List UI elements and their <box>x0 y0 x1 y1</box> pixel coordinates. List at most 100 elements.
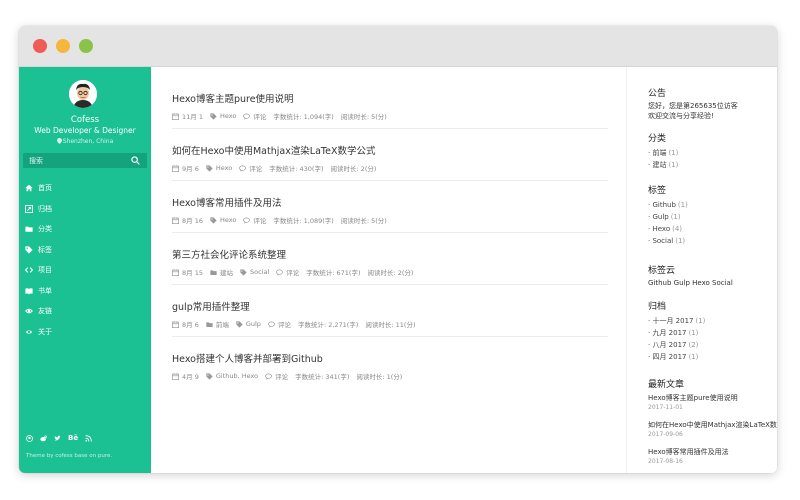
about-icon <box>25 329 33 334</box>
recent-post-link[interactable]: Hexo博客常用插件及用法 <box>648 447 729 457</box>
post-title[interactable]: Hexo博客常用插件及用法 <box>172 195 608 209</box>
post-category[interactable]: Hexo <box>206 164 232 172</box>
site-location: Shenzhen, China <box>19 138 151 145</box>
tagcloud-links[interactable]: Github Gulp Hexo Social <box>648 279 733 287</box>
search-input[interactable] <box>29 154 129 167</box>
comment-icon <box>276 268 284 276</box>
notice-title: 公告 <box>648 89 667 99</box>
post-comments[interactable]: 评论 <box>268 319 291 329</box>
tagcloud-title: 标签云 <box>648 266 676 276</box>
post-comments[interactable]: 评论 <box>243 215 266 225</box>
behance-icon[interactable]: Bē <box>68 434 78 442</box>
post-word-count-text: 字数统计: 671(字) <box>306 269 361 277</box>
sidebar-item-tags[interactable]: 标签 <box>25 240 52 261</box>
tag-label: Social <box>652 237 674 245</box>
sidebar-item-label: 友链 <box>38 307 52 316</box>
tag-item[interactable]: · Github (1) <box>648 201 688 209</box>
post-category[interactable]: Hexo <box>210 112 236 120</box>
archive-item[interactable]: · 四月 2017 (1) <box>648 352 698 362</box>
post-read-time-text: 阅读时长: 5(分) <box>340 113 387 121</box>
tag-item[interactable]: · Social (1) <box>648 237 685 245</box>
category-count: (1) <box>668 149 679 157</box>
post-tags[interactable]: Github, Hexo <box>206 372 258 380</box>
sidebar-item-label: 关于 <box>38 327 52 336</box>
book-icon <box>25 288 33 294</box>
post-date: 4月 9 <box>172 371 199 381</box>
comment-icon <box>243 216 251 224</box>
post-tag[interactable]: Gulp <box>236 320 261 328</box>
weibo-icon[interactable] <box>40 434 47 442</box>
post-divider <box>172 232 608 233</box>
post-meta: 8月 16 Hexo 评论 字数统计: 1,089(字) 阅读时长: 5(分) <box>172 215 394 225</box>
post-tag[interactable]: Social <box>240 268 269 276</box>
site-name[interactable]: Cofess <box>19 115 151 125</box>
post-title[interactable]: Hexo搭建个人博客并部署到Github <box>172 351 608 365</box>
recent-post-link[interactable]: 如何在Hexo中使用Mathjax渲染LaTeX数学 <box>648 420 777 430</box>
search-icon[interactable] <box>131 156 140 165</box>
maximize-window-button[interactable] <box>79 39 93 53</box>
minimize-window-button[interactable] <box>56 39 70 53</box>
category-item[interactable]: · 建站 (1) <box>648 160 678 170</box>
post-word-count-text: 字数统计: 430(字) <box>269 165 324 173</box>
archive-icon <box>25 204 33 213</box>
post-title[interactable]: Hexo博客主题pure使用说明 <box>172 91 608 105</box>
folder-icon <box>210 269 217 275</box>
post-category[interactable]: 前端 <box>206 319 229 329</box>
tag-label: Gulp <box>652 213 669 221</box>
post-read-time-text: 阅读时长: 2(分) <box>330 165 377 173</box>
post-comments[interactable]: 评论 <box>243 111 266 121</box>
right-sidebar: 公告 您好，您是第265635位访客 欢迎交流与分享经验! 分类 · 前端 (1)… <box>626 67 777 473</box>
sidebar-item-categories[interactable]: 分类 <box>25 219 52 240</box>
post-category[interactable]: 建站 <box>210 267 233 277</box>
archive-item[interactable]: · 十一月 2017 (1) <box>648 316 705 326</box>
avatar[interactable] <box>69 80 97 108</box>
folder-icon <box>25 226 33 233</box>
post-read-time: 阅读时长: 2(分) <box>368 267 414 277</box>
tag-label: Github <box>652 201 676 209</box>
post-word-count: 字数统计: 1,094(字) <box>273 111 333 121</box>
link-icon <box>25 308 33 314</box>
category-count: (1) <box>668 161 679 169</box>
archive-item[interactable]: · 八月 2017 (2) <box>648 340 698 350</box>
category-label: 建站 <box>652 161 667 169</box>
post-comments[interactable]: 评论 <box>265 371 288 381</box>
category-item[interactable]: · 前端 (1) <box>648 148 678 158</box>
recent-post-link[interactable]: Hexo博客主题pure使用说明 <box>648 393 738 403</box>
archive-count: (1) <box>688 353 699 361</box>
twitter-icon[interactable] <box>54 435 61 442</box>
sidebar-item-books[interactable]: 书单 <box>25 281 52 302</box>
post-word-count: 字数统计: 430(字) <box>269 163 323 173</box>
notice-line: 欢迎交流与分享经验! <box>648 112 714 120</box>
comment-icon <box>265 372 273 380</box>
search-box <box>23 153 147 168</box>
tag-item[interactable]: · Gulp (1) <box>648 213 681 221</box>
rss-icon[interactable] <box>85 434 92 442</box>
post-comments[interactable]: 评论 <box>276 267 299 277</box>
post-meta: 11月 1 Hexo 评论 字数统计: 1,094(字) 阅读时长: 5(分) <box>172 111 394 121</box>
post-word-count: 字数统计: 671(字) <box>306 267 360 277</box>
close-window-button[interactable] <box>33 39 47 53</box>
post-comments[interactable]: 评论 <box>239 163 262 173</box>
sidebar-item-archive[interactable]: 归档 <box>25 199 52 220</box>
sidebar-item-about[interactable]: 关于 <box>25 322 52 343</box>
post-category[interactable]: Hexo <box>210 216 236 224</box>
post-word-count: 字数统计: 341(字) <box>295 371 349 381</box>
post-title[interactable]: 如何在Hexo中使用Mathjax渲染LaTeX数学公式 <box>172 143 608 157</box>
tags-title: 标签 <box>648 186 667 196</box>
avatar-illustration <box>69 80 97 108</box>
post-category-text: Hexo <box>219 216 237 224</box>
github-icon[interactable] <box>26 434 33 442</box>
sidebar-item-projects[interactable]: 项目 <box>25 260 52 281</box>
sidebar-item-links[interactable]: 友链 <box>25 301 52 322</box>
post-title[interactable]: gulp常用插件整理 <box>172 299 608 313</box>
tag-item[interactable]: · Hexo (4) <box>648 225 682 233</box>
post-word-count-text: 字数统计: 2,271(字) <box>297 321 359 329</box>
post-word-count-text: 字数统计: 1,089(字) <box>273 217 334 225</box>
calendar-icon <box>172 164 179 172</box>
categories-title: 分类 <box>648 134 667 144</box>
sidebar-item-label: 标签 <box>38 245 52 254</box>
post-comments-text: 评论 <box>275 373 289 381</box>
sidebar-item-home[interactable]: 首页 <box>25 178 52 199</box>
archive-item[interactable]: · 九月 2017 (1) <box>648 328 698 338</box>
post-title[interactable]: 第三方社会化评论系统整理 <box>172 247 608 261</box>
